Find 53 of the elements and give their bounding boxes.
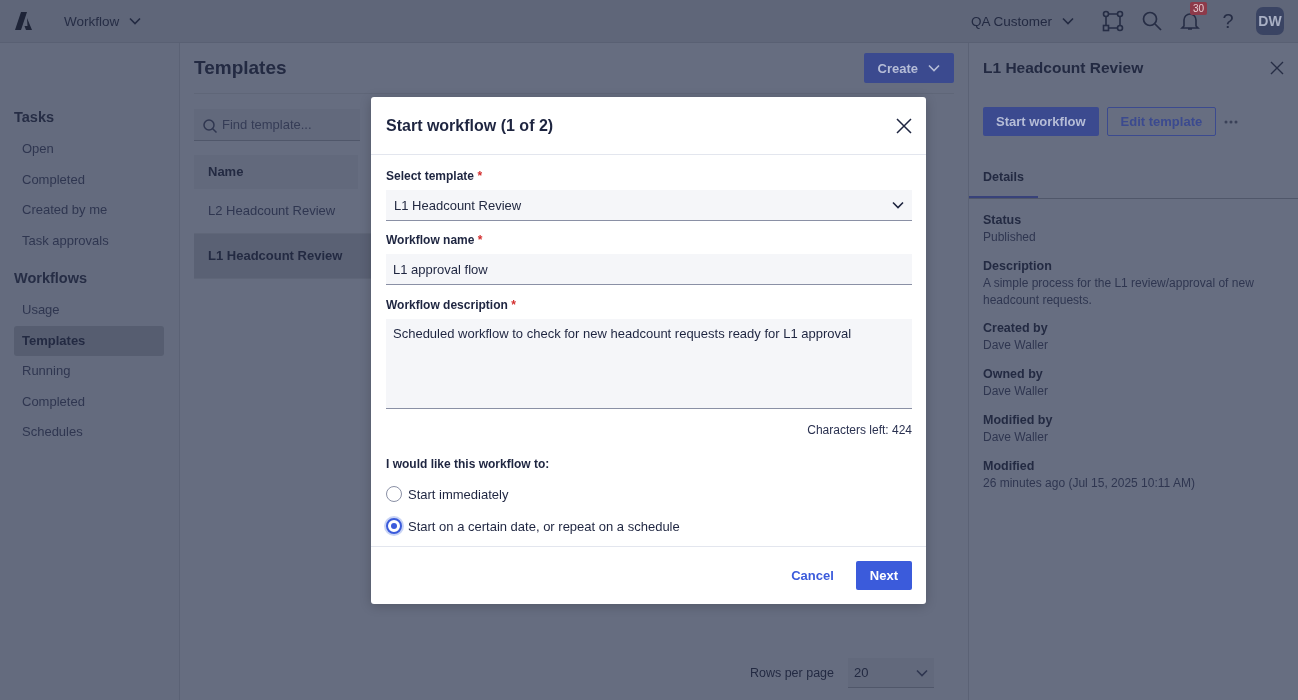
notification-badge: 30 bbox=[1190, 2, 1208, 15]
help-icon[interactable]: ? bbox=[1218, 9, 1238, 33]
field-label: Workflow description * bbox=[386, 298, 517, 312]
field-value: A simple process for the L1 review/approval of new headcount requests. bbox=[983, 274, 1255, 309]
panel-title: L1 Headcount Review bbox=[983, 59, 1144, 77]
field-label: Created by bbox=[983, 321, 1049, 336]
app-menu[interactable]: Workflow bbox=[64, 13, 142, 29]
more-icon[interactable] bbox=[1224, 119, 1239, 124]
field-value: Dave Waller bbox=[983, 337, 1049, 355]
workflow-description-input[interactable]: Scheduled workflow to check for new headcount requests ready for L1 approval bbox=[386, 319, 912, 409]
field-value: Dave Waller bbox=[983, 429, 1049, 446]
chevron-down-icon bbox=[928, 64, 940, 72]
chevron-down-icon bbox=[1062, 17, 1074, 25]
account-menu[interactable]: QA Customer bbox=[970, 13, 1074, 29]
options-label: I would like this workflow to: bbox=[386, 457, 551, 471]
field-value: 26 minutes ago (Jul 15, 2025 10:11 AM) bbox=[983, 474, 1196, 492]
close-button[interactable] bbox=[894, 115, 914, 136]
radio-button[interactable] bbox=[386, 518, 402, 534]
rows-per-page-select[interactable]: 20 bbox=[848, 658, 934, 688]
field-value: Published bbox=[983, 229, 1037, 246]
start-workflow-button[interactable]: Start workflow bbox=[983, 107, 1099, 136]
field-label: Description bbox=[983, 258, 1053, 273]
field-label: Status bbox=[983, 213, 1023, 227]
characters-left: Characters left: 424 bbox=[806, 423, 912, 437]
network-icon[interactable] bbox=[1102, 10, 1124, 32]
chevron-down-icon bbox=[916, 668, 928, 677]
dialog-title: Start workflow (1 of 2) bbox=[386, 116, 554, 135]
radio-label[interactable]: Start on a certain date, or repeat on a schedule bbox=[408, 518, 680, 534]
field-label: Workflow name * bbox=[386, 233, 484, 247]
create-button[interactable]: Create bbox=[863, 53, 954, 83]
sidebar-heading: Workflows bbox=[14, 270, 89, 286]
column-header: Name bbox=[194, 155, 358, 189]
page-title: Templates bbox=[194, 57, 287, 79]
next-button[interactable]: Next bbox=[855, 561, 912, 590]
user-avatar[interactable]: DW bbox=[1256, 7, 1284, 35]
field-label: Select template * bbox=[386, 169, 484, 183]
chevron-down-icon bbox=[892, 201, 904, 209]
field-label: Modified bbox=[983, 458, 1036, 473]
workflow-name-input[interactable]: L1 approval flow bbox=[386, 254, 912, 285]
chevron-down-icon bbox=[129, 17, 142, 25]
template-select[interactable]: L1 Headcount Review bbox=[386, 190, 912, 221]
field-label: Modified by bbox=[983, 413, 1054, 427]
search-icon[interactable] bbox=[1142, 11, 1162, 31]
close-icon[interactable] bbox=[1270, 61, 1284, 75]
field-label: Owned by bbox=[983, 367, 1044, 382]
field-value: Dave Waller bbox=[983, 383, 1049, 400]
tab[interactable]: Details bbox=[969, 158, 1038, 198]
bell-icon[interactable] bbox=[1180, 11, 1200, 31]
sidebar-heading: Tasks bbox=[14, 109, 56, 125]
rows-per-page-label: Rows per page bbox=[749, 666, 834, 680]
radio-button[interactable] bbox=[386, 486, 402, 502]
radio-label[interactable]: Start immediately bbox=[408, 486, 509, 502]
cancel-button[interactable]: Cancel bbox=[783, 560, 842, 591]
